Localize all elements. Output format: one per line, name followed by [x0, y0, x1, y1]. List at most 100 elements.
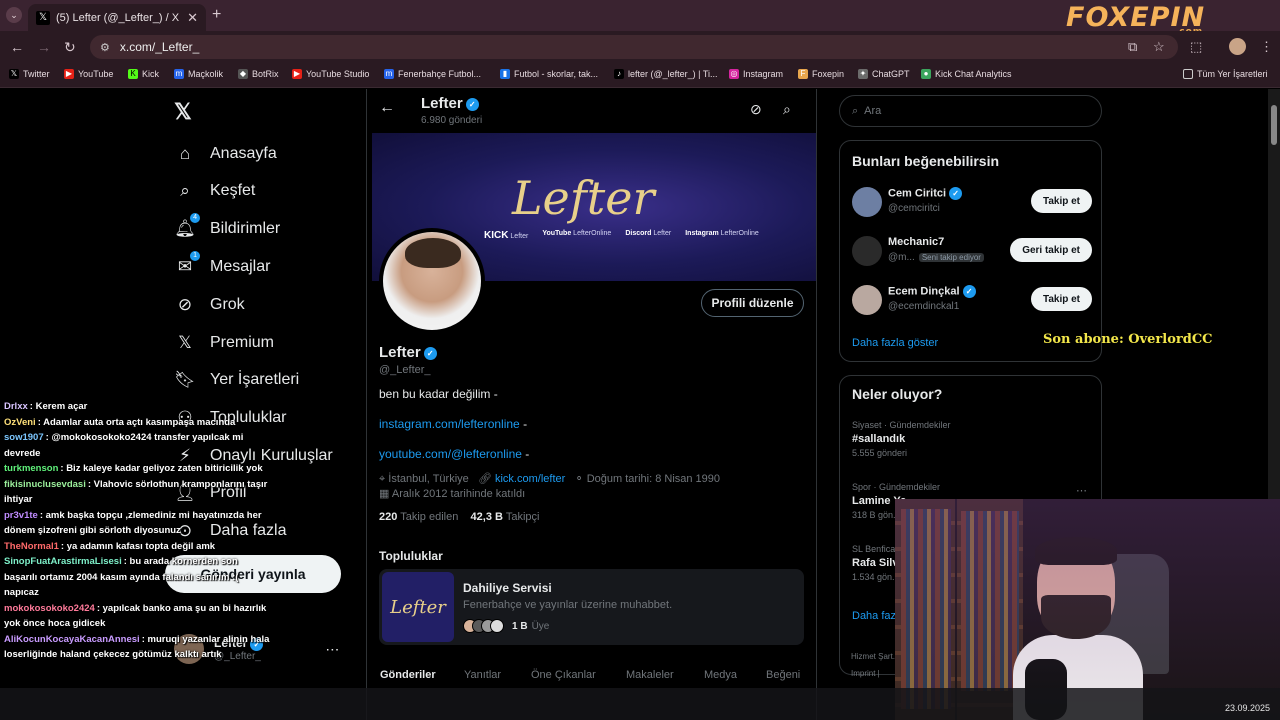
profile-avatar-icon[interactable] — [1229, 38, 1246, 55]
bookmark-fenerbahce[interactable]: m Fenerbahçe Futbol... — [384, 69, 481, 79]
x-logo-icon[interactable]: 𝕏 — [174, 99, 192, 125]
divider-left — [366, 89, 367, 720]
follow-button[interactable]: Takip et — [1030, 189, 1092, 213]
trend-more-icon[interactable]: ⋯ — [1076, 484, 1087, 497]
bookmark-star-icon[interactable]: ☆ — [1153, 39, 1165, 55]
tab-likes[interactable]: Beğeni — [766, 669, 800, 681]
close-tab-icon[interactable]: ✕ — [187, 10, 198, 26]
scrollbar-thumb[interactable] — [1271, 105, 1277, 145]
bookmark-youtube[interactable]: ▶ YouTube — [64, 69, 113, 79]
footer-imprint[interactable]: Imprint | — [851, 669, 880, 678]
who-to-follow-card: Bunları beğenebilirsin Cem Ciritci ✓ @cem… — [839, 140, 1102, 362]
nav-bookmarks[interactable]: 🔖︎ Yer İşaretleri — [174, 369, 299, 391]
nav-notifications[interactable]: 🔔︎ 4 Bildirimler — [174, 213, 280, 240]
bookmark-tiktok[interactable]: ♪ lefter (@_lefter_) | Ti... — [614, 69, 718, 79]
account-more-icon[interactable]: ⋯ — [325, 641, 339, 658]
screen: ⌄ 𝕏 (5) Lefter (@_Lefter_) / X ✕ + FOXEP… — [0, 0, 1280, 720]
trends-title: Neler oluyor? — [852, 386, 943, 402]
tab-media[interactable]: Medya — [704, 669, 737, 681]
tab-highlights[interactable]: Öne Çıkanlar — [531, 669, 596, 681]
nav-messages[interactable]: ✉ 1 Mesajlar — [174, 251, 270, 278]
community-title: Dahiliye Servisi — [463, 581, 552, 595]
chat-username: Drlxx — [4, 401, 28, 412]
bookmark-mackolik[interactable]: m Maçkolik — [174, 69, 223, 79]
bookmark-twitter[interactable]: 𝕏 Twitter — [9, 69, 50, 79]
follow-button[interactable]: Takip et — [1030, 287, 1092, 311]
new-tab-icon[interactable]: + — [212, 6, 221, 24]
bookmark-chatgpt[interactable]: ✦ ChatGPT — [858, 69, 910, 79]
x-icon: 𝕏 — [178, 333, 192, 352]
suggestion-row[interactable]: Cem Ciritci ✓ @cemciritci Takip et — [852, 185, 1092, 219]
nav-premium[interactable]: 𝕏 Premium — [174, 332, 274, 354]
bookmark-futbol[interactable]: ▮ Futbol - skorlar, tak... — [500, 69, 598, 79]
community-card[interactable]: Lefter Dahiliye Servisi Fenerbahçe ve ya… — [379, 569, 804, 645]
browser-tab[interactable]: 𝕏 (5) Lefter (@_Lefter_) / X ✕ — [28, 4, 206, 31]
profile-header-bar: ← Lefter ✓ 6.980 gönderi ⊘ ⌕ — [367, 89, 816, 131]
taskbar: 23.09.2025 — [0, 688, 1280, 720]
tab-articles[interactable]: Makaleler — [626, 669, 674, 681]
bell-icon: 🔔︎ 4 — [174, 213, 200, 240]
bookmark-botrix[interactable]: ◆ BotRix — [238, 69, 279, 79]
grok-icon[interactable]: ⊘ — [750, 101, 762, 118]
bookmark-kick[interactable]: K Kick — [128, 69, 159, 79]
foxepin-logo: FOXEPIN.com — [1066, 2, 1206, 37]
install-app-icon[interactable]: ⧉ — [1128, 39, 1137, 55]
browser-tab-bar: ⌄ 𝕏 (5) Lefter (@_Lefter_) / X ✕ + FOXEP… — [0, 0, 1280, 37]
verified-badge-icon: ✓ — [465, 97, 479, 111]
banner-logo-text: Lefter — [512, 171, 655, 225]
link-icon: 🔗︎ — [477, 473, 492, 485]
follow-back-button[interactable]: Geri takip et — [1010, 238, 1092, 262]
address-input[interactable]: ⚙ x.com/_Lefter_ — [90, 35, 1178, 59]
follows-you-badge: Seni takip ediyor — [918, 253, 984, 262]
search-icon[interactable]: ⌕ — [783, 101, 791, 118]
suggestion-avatar — [852, 236, 882, 266]
search-input[interactable]: ⌕ Ara — [839, 95, 1102, 127]
community-thumbnail: Lefter — [382, 572, 454, 642]
header-name: Lefter — [421, 95, 463, 112]
verified-badge-icon: ✓ — [962, 285, 976, 298]
bookmark-youtube-studio[interactable]: ▶ YouTube Studio — [292, 69, 369, 79]
tab-posts[interactable]: Gönderiler — [380, 669, 436, 681]
back-arrow-icon[interactable]: ← — [379, 99, 395, 117]
nav-grok[interactable]: ⊘ Grok — [174, 294, 245, 316]
edit-profile-button[interactable]: Profili düzenle — [701, 289, 804, 317]
suggestion-row[interactable]: Ecem Dinçkal ✓ @ecemdinckal1 Takip et — [852, 283, 1092, 317]
profile-website[interactable]: kick.com/lefter — [495, 473, 565, 485]
chat-message: AliKocunKocayaKacanAnnesi: muruqi yazanl… — [4, 633, 270, 661]
show-more-link[interactable]: Daha fazla göster — [852, 337, 938, 349]
bookmark-instagram[interactable]: ◎ Instagram — [729, 69, 783, 79]
back-arrow-icon[interactable]: ← — [10, 39, 24, 55]
forward-arrow-icon[interactable]: → — [37, 39, 51, 55]
following-link[interactable]: 220 Takip edilen — [379, 511, 458, 523]
site-info-icon[interactable]: ⚙ — [100, 41, 110, 54]
chat-username: SinopFuatArastirmaLisesi — [4, 556, 122, 567]
bookmark-kick-chat-analytics[interactable]: ● Kick Chat Analytics — [921, 69, 1012, 79]
bookmark-foxepin[interactable]: F Foxepin — [798, 69, 844, 79]
bio-link-instagram[interactable]: instagram.com/lefteronline - — [379, 417, 527, 431]
chat-message: sow1907: @mokokosokoko2424 transfer yapı… — [4, 432, 244, 459]
profile-bio: ben bu kadar değilim - — [379, 387, 498, 401]
search-icon: ⌕ — [852, 104, 859, 117]
suggest-title: Bunları beğenebilirsin — [852, 153, 1000, 169]
tab-search-button[interactable]: ⌄ — [6, 7, 22, 23]
suggestion-avatar — [852, 285, 882, 315]
community-members: 1 B Üye — [463, 619, 549, 633]
nav-home[interactable]: ⌂ Anasayfa — [174, 143, 277, 165]
all-bookmarks-folder[interactable]: Tüm Yer İşaretleri — [1183, 69, 1268, 79]
profile-joined: Aralık 2012 tarihinde katıldı — [391, 488, 526, 500]
suggestion-row[interactable]: Mechanic7 @m... Seni takip ediyor Geri ta… — [852, 234, 1092, 268]
extensions-icon[interactable]: ⬚ — [1190, 39, 1202, 55]
followers-link[interactable]: 42,3 B Takipçi — [471, 511, 540, 523]
browser-menu-icon[interactable]: ⋮ — [1260, 39, 1273, 55]
footer-links[interactable]: Hizmet Şart... — [851, 652, 899, 661]
bio-link-youtube[interactable]: youtube.com/@lefteronline - — [379, 447, 529, 461]
trend-item[interactable]: Siyaset · Gündemdekiler #sallandık 5.555 g… — [852, 420, 951, 458]
nav-explore[interactable]: ⌕ Keşfet — [174, 180, 255, 202]
reload-icon[interactable]: ↻ — [64, 39, 76, 56]
profile-avatar[interactable] — [379, 228, 485, 334]
profile-tabs: Gönderiler Yanıtlar Öne Çıkanlar Makalel… — [367, 669, 816, 689]
tab-replies[interactable]: Yanıtlar — [464, 669, 501, 681]
search-icon: ⌕ — [180, 181, 190, 200]
banner-links: KICK Lefter YouTube LefterOnline Discord… — [484, 230, 759, 241]
profile-handle: @_Lefter_ — [379, 364, 431, 376]
